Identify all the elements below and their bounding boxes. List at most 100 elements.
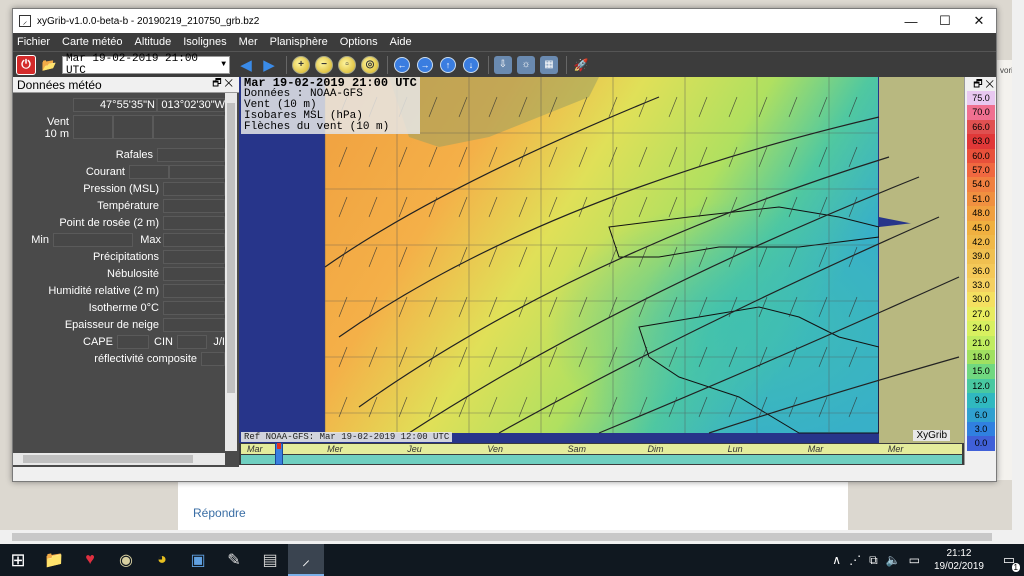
jkg-label: J/I [213, 336, 225, 348]
globe-app-icon[interactable]: ◉ [108, 544, 144, 576]
chevron-down-icon: ▼ [221, 60, 226, 69]
legend-value: 6.0 [967, 407, 995, 422]
notification-icon[interactable]: ▭ 1 [994, 552, 1024, 572]
zoom-in-icon[interactable]: + [292, 55, 310, 74]
network-app-icon[interactable]: ▣ [180, 544, 216, 576]
maximize-button[interactable]: ☐ [928, 13, 962, 29]
map-info-box: Mar 19-02-2019 21:00 UTC Données : NOAA-… [241, 77, 420, 134]
legend-value: 66.0 [967, 119, 995, 135]
stop-icon[interactable]: ⏻ [16, 54, 36, 75]
menu-carte-meteo[interactable]: Carte météo [62, 36, 123, 48]
download-icon[interactable]: ⇩ [494, 55, 512, 74]
legend-value: 3.0 [967, 421, 995, 437]
wind-height-label: 10 m [44, 128, 69, 140]
zoom-all-icon[interactable]: ◎ [361, 55, 379, 74]
close-button[interactable]: ✕ [962, 13, 996, 29]
menu-altitude[interactable]: Altitude [135, 36, 172, 48]
menu-isolignes[interactable]: Isolignes [183, 36, 226, 48]
menu-options[interactable]: Options [340, 36, 378, 48]
toolbar-separator [387, 55, 388, 74]
notepad-app-icon[interactable]: ✎ [216, 544, 252, 576]
speaker-icon[interactable]: 🔈 [886, 553, 901, 567]
network-icon[interactable]: ⋰ [849, 553, 861, 567]
color-scale-legend: 🗗 ✕ 75.0 70.0 66.0 63.0 60.0 57.0 54.0 51.0 48.0… [964, 77, 996, 465]
timeline-slider[interactable]: Mar Mer Jeu Ven Sam Dim Lun Mar Mer [239, 443, 964, 465]
panel-vertical-scrollbar[interactable] [225, 93, 237, 451]
weather-station-icon[interactable]: ☼ [517, 55, 535, 74]
legend-value: 57.0 [967, 162, 995, 178]
weather-data-panel: Données météo 🗗 ✕ 47°55'35"N 013°02'30"W… [13, 77, 239, 467]
windows-taskbar: ⊞ 📁 ♥ ◉ ◕ ▣ ✎ ▤ ⸝ ∧ ⋰ ⧉ 🔈 ▭ 21:12 19/02/… [0, 544, 1024, 576]
rocket-icon[interactable]: 🚀 [571, 55, 591, 75]
xygrib-taskbar-icon[interactable]: ⸝ [288, 544, 324, 576]
menu-planisphere[interactable]: Planisphère [270, 36, 328, 48]
meteotable-icon[interactable]: ▦ [540, 55, 558, 74]
panel-float-close-icon[interactable]: 🗗 ✕ [212, 76, 233, 93]
date-select-value: Mar 19-02-2019 21:00 UTC [66, 52, 199, 77]
toolbar-separator [286, 55, 287, 74]
legend-value: 75.0 [967, 91, 995, 106]
legend-value: 30.0 [967, 292, 995, 307]
panel-horizontal-scrollbar[interactable] [13, 453, 225, 465]
taskbar-clock[interactable]: 21:12 19/02/2019 [934, 547, 984, 573]
cape-cin-row: CAPE CIN J/I [13, 334, 225, 350]
max-label: Max [140, 234, 161, 246]
legend-value: 21.0 [967, 335, 995, 351]
timeline-day: Mar [807, 444, 824, 454]
data-row: Point de rosée (2 m) [13, 215, 225, 231]
chrome-icon[interactable]: ◕ [144, 544, 180, 576]
toolbar: ⏻ 📂 Mar 19-02-2019 21:00 UTC ▼ ◀ ▶ + − ▫… [13, 51, 996, 77]
cin-label: CIN [154, 336, 173, 348]
minimize-button[interactable]: — [894, 14, 928, 29]
open-folder-icon[interactable]: 📂 [39, 55, 59, 75]
legend-float-close-icon[interactable]: 🗗 ✕ [965, 77, 996, 91]
system-tray: ∧ ⋰ ⧉ 🔈 ▭ 21:12 19/02/2019 ▭ 1 [828, 544, 1024, 576]
france-land [879, 217, 964, 443]
timeline-track[interactable] [241, 455, 962, 464]
data-row: Epaisseur de neige [13, 317, 225, 333]
pan-up-icon[interactable]: ↑ [440, 56, 456, 73]
menu-bar: Fichier Carte météo Altitude Isolignes M… [13, 33, 996, 51]
browser-vertical-scrollbar[interactable] [1012, 0, 1024, 544]
link-icon[interactable]: ⧉ [869, 553, 878, 568]
next-date-icon[interactable]: ▶ [259, 55, 279, 75]
reply-link[interactable]: Répondre [193, 506, 246, 520]
xygrib-window: ⸝ xyGrib-v1.0.0-beta-b - 20190219_210750… [12, 8, 997, 482]
legend-value: 60.0 [967, 148, 995, 163]
data-row: Pression (MSL) [13, 181, 225, 197]
battery-icon[interactable]: ▭ [909, 553, 920, 567]
image-app-icon[interactable]: ▤ [252, 544, 288, 576]
notification-count: 1 [1011, 563, 1020, 572]
toolbar-separator [488, 55, 489, 74]
legend-value: 12.0 [967, 378, 995, 394]
timeline-day: Dim [647, 444, 664, 454]
pan-right-icon[interactable]: → [417, 56, 433, 73]
cape-label: CAPE [83, 336, 113, 348]
timeline-day: Lun [727, 444, 743, 454]
weather-map[interactable]: Mar 19-02-2019 21:00 UTC Données : NOAA-… [239, 77, 964, 443]
legend-value: 54.0 [967, 177, 995, 192]
min-label: Min [31, 234, 49, 246]
file-explorer-icon[interactable]: 📁 [36, 544, 72, 576]
chevron-up-icon[interactable]: ∧ [832, 553, 841, 567]
health-app-icon[interactable]: ♥ [72, 544, 108, 576]
menu-aide[interactable]: Aide [390, 36, 412, 48]
zoom-out-icon[interactable]: − [315, 55, 333, 74]
previous-date-icon[interactable]: ◀ [236, 55, 256, 75]
browser-horizontal-scrollbar[interactable] [0, 530, 1012, 544]
data-row: Précipitations [13, 249, 225, 265]
menu-fichier[interactable]: Fichier [17, 36, 50, 48]
legend-value: 27.0 [967, 306, 995, 322]
map-info-arrows: Flèches du vent (10 m) [244, 121, 390, 133]
zoom-selection-icon[interactable]: ▫ [338, 55, 356, 74]
data-row: Humidité relative (2 m) [13, 283, 225, 299]
legend-value: 33.0 [967, 278, 995, 293]
menu-mer[interactable]: Mer [239, 36, 258, 48]
date-select[interactable]: Mar 19-02-2019 21:00 UTC ▼ [62, 52, 230, 77]
timeline-day: Jeu [407, 444, 422, 454]
longitude-value: 013°02'30"W [161, 99, 225, 111]
pan-down-icon[interactable]: ↓ [463, 56, 479, 73]
data-row: Isotherme 0°C [13, 300, 225, 316]
windows-start-icon[interactable]: ⊞ [0, 544, 36, 576]
pan-left-icon[interactable]: ← [394, 56, 410, 73]
